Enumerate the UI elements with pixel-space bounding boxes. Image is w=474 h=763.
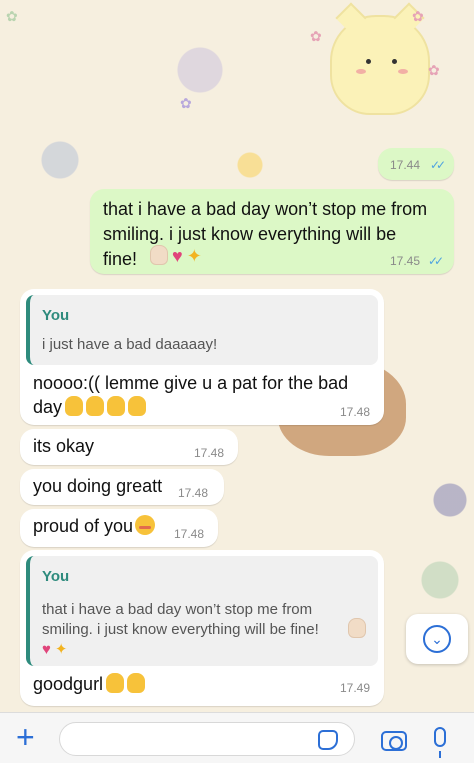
hand-icon <box>65 396 84 416</box>
flower-decoration: ✿ <box>6 8 18 24</box>
message-time: 17.48 <box>194 446 225 460</box>
quote-text: that i have a bad day won’t stop me from… <box>42 601 319 638</box>
read-ticks-icon: ✓✓ <box>430 158 446 172</box>
sticker-icon[interactable] <box>318 730 338 750</box>
quoted-message[interactable]: You i just have a bad daaaaay! <box>26 295 378 365</box>
sparkle-icon: ✦ <box>54 641 68 658</box>
party-face-icon <box>135 515 156 535</box>
message-bubble-incoming[interactable]: You i just have a bad daaaaay! noooo:(( … <box>20 289 384 425</box>
message-text: goodgurl <box>33 674 104 694</box>
heart-icon: ♥ <box>42 641 51 658</box>
message-time: 17.48 <box>340 405 371 419</box>
message-bubble-incoming[interactable]: You that i have a bad day won’t stop me … <box>20 550 384 706</box>
message-text-line: goodgurl <box>33 672 146 697</box>
chat-area: ✿ ✿ ✿ ✿ ✿ 17.44 ✓✓ that i have a bad day… <box>0 0 474 712</box>
plus-icon[interactable]: + <box>16 721 35 753</box>
cat-sticker-decoration <box>330 2 430 115</box>
sparkle-icon: ✦ <box>186 246 202 266</box>
message-time: 17.48 <box>174 527 205 541</box>
quote-text: i just have a bad daaaaay! <box>42 336 218 353</box>
quote-author: You <box>42 307 70 324</box>
message-text-line: day <box>33 395 147 420</box>
hand-icon <box>127 673 146 693</box>
hand-icon <box>86 396 105 416</box>
message-text: noooo:(( lemme give u a pat for the bad <box>33 373 349 393</box>
message-text: proud of you <box>33 516 134 536</box>
read-ticks-icon: ✓✓ <box>428 254 444 268</box>
microphone-icon[interactable] <box>434 727 446 758</box>
hand-icon <box>128 396 147 416</box>
flower-decoration: ✿ <box>310 28 322 44</box>
message-bubble-outgoing[interactable]: that i have a bad day won’t stop me from… <box>90 189 454 274</box>
emoji-group: ♥ ✦ <box>147 245 202 267</box>
camera-icon[interactable] <box>381 731 407 751</box>
scroll-to-bottom-button[interactable]: ⌄ <box>406 614 468 664</box>
message-time: 17.44 <box>390 158 421 172</box>
message-bubble-outgoing[interactable]: 17.44 ✓✓ <box>378 148 454 180</box>
message-text: its okay <box>33 436 95 456</box>
message-text-line: proud of you <box>33 514 156 539</box>
emoji-group: ♥ ✦ <box>42 640 67 659</box>
flower-decoration: ✿ <box>412 8 424 24</box>
waving-hand-icon <box>348 618 366 640</box>
composer-bar: + <box>0 712 474 763</box>
hand-icon <box>107 396 126 416</box>
message-bubble-incoming[interactable]: its okay 17.48 <box>20 429 238 465</box>
quoted-message[interactable]: You that i have a bad day won’t stop me … <box>26 556 378 666</box>
message-input[interactable] <box>59 722 355 756</box>
message-bubble-incoming[interactable]: proud of you 17.48 <box>20 509 218 547</box>
message-bubble-incoming[interactable]: you doing greatt 17.48 <box>20 469 224 505</box>
message-time: 17.49 <box>340 681 371 695</box>
waving-hand-icon <box>150 245 168 265</box>
flower-decoration: ✿ <box>180 95 192 111</box>
message-text: you doing greatt <box>33 476 163 496</box>
quote-author: You <box>42 568 70 585</box>
chevron-down-icon: ⌄ <box>423 625 451 653</box>
message-time: 17.45 <box>390 254 421 268</box>
message-text: day <box>33 397 63 417</box>
heart-icon: ♥ <box>172 246 183 266</box>
message-time: 17.48 <box>178 486 209 500</box>
flower-decoration: ✿ <box>428 62 440 78</box>
hand-icon <box>106 673 125 693</box>
